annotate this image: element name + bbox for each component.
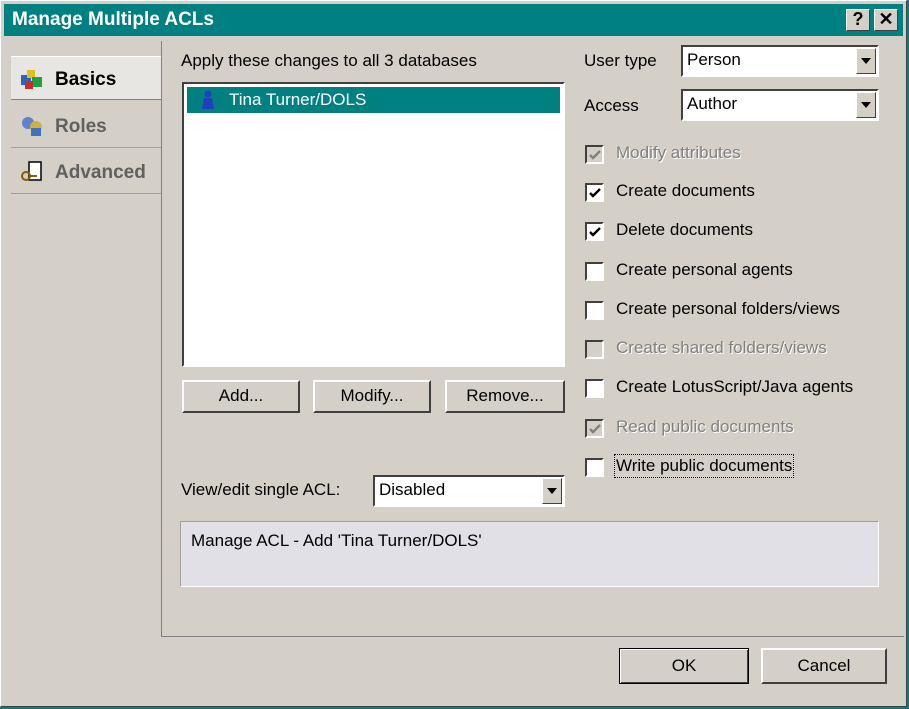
modify-button-label: Modify... [340, 386, 404, 405]
status-text: Manage ACL - Add 'Tina Turner/DOLS' [191, 531, 482, 550]
checkbox-label: Create personal agents [616, 260, 793, 279]
modify-button[interactable]: Modify... [313, 380, 431, 413]
checkbox-label: Write public documents [613, 454, 795, 478]
nav-item-basics[interactable]: Basics [11, 56, 161, 100]
checkbox-label: Create shared folders/views [616, 338, 827, 357]
view-edit-value: Disabled [379, 480, 446, 499]
title-bar[interactable]: Manage Multiple ACLs ? ✕ [4, 4, 903, 36]
basics-icon [21, 70, 42, 89]
remove-button[interactable]: Remove... [445, 380, 565, 413]
cancel-button-label: Cancel [797, 656, 851, 675]
help-button[interactable]: ? [846, 9, 870, 31]
view-edit-label: View/edit single ACL: [181, 480, 341, 499]
cancel-button[interactable]: Cancel [761, 648, 887, 684]
apply-label: Apply these changes to all 3 databases [181, 51, 477, 70]
user-type-label: User type [584, 51, 657, 70]
add-button-label: Add... [218, 386, 264, 405]
nav-item-label: Basics [55, 69, 117, 90]
nav-item-advanced[interactable]: Advanced [11, 150, 161, 194]
nav-item-label: Roles [55, 116, 107, 137]
checkbox-label: Create LotusScript/Java agents [616, 377, 854, 396]
person-list[interactable]: Tina Turner/DOLS [182, 82, 565, 367]
list-item[interactable]: Tina Turner/DOLS [187, 87, 560, 113]
chevron-down-icon[interactable] [856, 92, 876, 118]
person-icon [202, 90, 214, 109]
view-edit-select[interactable]: Disabled [373, 475, 565, 507]
add-button[interactable]: Add... [182, 380, 300, 413]
checkbox-label: Create personal folders/views [616, 299, 840, 318]
chevron-down-icon[interactable] [856, 48, 876, 74]
checkbox-box[interactable] [585, 419, 604, 438]
checkbox-box[interactable] [585, 145, 604, 164]
checkbox-label: Read public documents [616, 417, 794, 436]
nav-item-label: Advanced [55, 162, 146, 183]
nav-item-roles[interactable]: Roles [11, 104, 161, 148]
ok-button-label: OK [671, 656, 697, 675]
roles-icon [22, 117, 42, 136]
checkbox-box[interactable] [585, 222, 604, 241]
access-value: Author [687, 94, 738, 113]
close-icon: ✕ [878, 9, 894, 29]
checkbox-box[interactable] [585, 340, 604, 359]
dialog-window: Manage Multiple ACLs ? ✕ Basics Roles Ad… [0, 0, 907, 707]
checkbox-box[interactable] [585, 379, 604, 398]
checkbox-box[interactable] [585, 458, 604, 477]
checkbox-box[interactable] [585, 262, 604, 281]
list-item-label: Tina Turner/DOLS [229, 90, 367, 109]
access-select[interactable]: Author [681, 89, 879, 121]
user-type-select[interactable]: Person [681, 45, 879, 77]
status-area: Manage ACL - Add 'Tina Turner/DOLS' [180, 521, 879, 587]
help-icon: ? [852, 9, 864, 29]
checkbox-box[interactable] [585, 183, 604, 202]
window-title: Manage Multiple ACLs [12, 9, 214, 30]
ok-button[interactable]: OK [619, 648, 749, 684]
checkbox-label: Delete documents [616, 220, 754, 239]
checkbox-label: Modify attributes [616, 143, 741, 162]
chevron-down-icon[interactable] [542, 478, 562, 504]
advanced-icon [21, 161, 42, 181]
access-label: Access [584, 96, 639, 115]
close-button[interactable]: ✕ [874, 9, 898, 31]
user-type-value: Person [687, 50, 741, 69]
remove-button-label: Remove... [466, 386, 544, 405]
checkbox-box[interactable] [585, 301, 604, 320]
checkbox-label: Create documents [616, 181, 755, 200]
